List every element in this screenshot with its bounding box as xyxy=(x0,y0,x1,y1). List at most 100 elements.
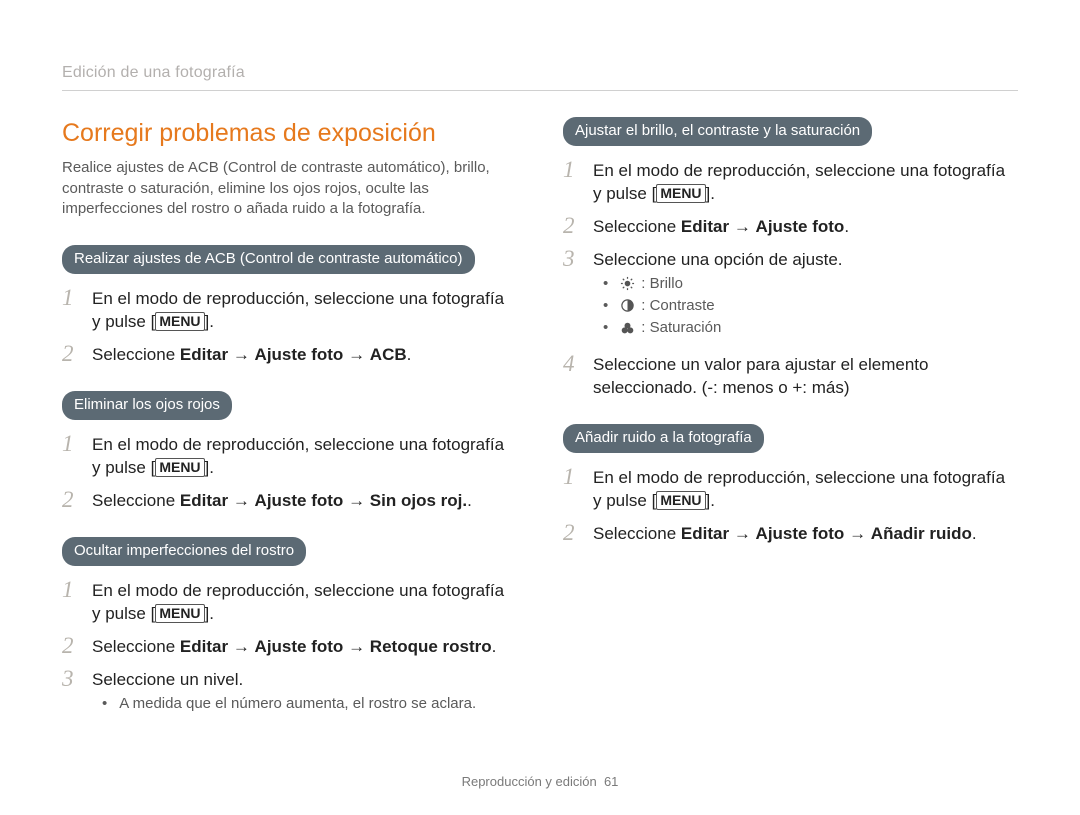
step-text: Seleccione xyxy=(92,637,180,656)
menu-path-part: Retoque rostro xyxy=(370,637,492,656)
step: 1 En el modo de reproducción, seleccione… xyxy=(563,158,1018,206)
step-body: Seleccione un nivel. A medida que el núm… xyxy=(92,667,476,720)
page-title: Corregir problemas de exposición xyxy=(62,117,517,151)
redeye-heading-pill: Eliminar los ojos rojos xyxy=(62,391,232,420)
arrow-icon: → xyxy=(233,491,250,510)
step-text: . xyxy=(972,524,977,543)
arrow-icon: → xyxy=(348,637,365,656)
step-number: 1 xyxy=(563,465,581,489)
bullet-icon xyxy=(603,274,614,294)
arrow-icon: → xyxy=(233,345,250,364)
step-text: En el modo de reproducción, seleccione u… xyxy=(92,435,504,477)
step-body: Seleccione una opción de ajuste. : Brill… xyxy=(593,247,843,345)
redeye-steps: 1 En el modo de reproducción, seleccione… xyxy=(62,432,517,513)
step: 3 Seleccione un nivel. A medida que el n… xyxy=(62,667,517,720)
step: 1 En el modo de reproducción, seleccione… xyxy=(563,465,1018,513)
step-text: Seleccione xyxy=(593,217,681,236)
step-body: Seleccione Editar → Ajuste foto → Sin oj… xyxy=(92,488,472,513)
step-text: En el modo de reproducción, seleccione u… xyxy=(92,581,504,623)
step-body: Seleccione un valor para ajustar el elem… xyxy=(593,352,1018,400)
step-text: En el modo de reproducción, seleccione u… xyxy=(593,468,1005,510)
menu-path-part: Ajuste foto xyxy=(255,637,344,656)
menu-button-label: MENU xyxy=(155,312,204,331)
step-text: ]. xyxy=(205,312,214,331)
menu-button-label: MENU xyxy=(155,604,204,623)
step-text: . xyxy=(492,637,497,656)
step-body: En el modo de reproducción, seleccione u… xyxy=(593,158,1018,206)
menu-path-part: Ajuste foto xyxy=(756,524,845,543)
step: 2 Seleccione Editar → Ajuste foto → Reto… xyxy=(62,634,517,659)
menu-path-part: Sin ojos roj. xyxy=(370,491,467,510)
bullet-icon xyxy=(102,694,113,714)
menu-path-part: Editar xyxy=(180,345,228,364)
menu-path-part: Editar xyxy=(681,217,729,236)
bullet-icon xyxy=(603,296,614,316)
step-number: 2 xyxy=(62,634,80,658)
sub-bullets: A medida que el número aumenta, el rostr… xyxy=(102,694,476,714)
option-bullets: : Brillo : Contraste xyxy=(603,274,843,339)
acb-heading-pill: Realizar ajustes de ACB (Control de cont… xyxy=(62,245,475,274)
acb-steps: 1 En el modo de reproducción, seleccione… xyxy=(62,286,517,367)
menu-button-label: MENU xyxy=(656,491,705,510)
step-text: Seleccione un nivel. xyxy=(92,670,243,689)
noise-heading-pill: Añadir ruido a la fotografía xyxy=(563,424,764,453)
bcs-heading-pill: Ajustar el brillo, el contraste y la sat… xyxy=(563,117,872,146)
menu-path-part: Ajuste foto xyxy=(255,345,344,364)
step: 2 Seleccione Editar → Ajuste foto. xyxy=(563,214,1018,239)
step-body: Seleccione Editar → Ajuste foto → Retoqu… xyxy=(92,634,496,659)
arrow-icon: → xyxy=(348,491,365,510)
step-text: En el modo de reproducción, seleccione u… xyxy=(593,161,1005,203)
menu-path-part: Editar xyxy=(681,524,729,543)
step: 2 Seleccione Editar → Ajuste foto → Añad… xyxy=(563,521,1018,546)
bullet-text: : Saturación xyxy=(641,318,721,338)
step-number: 1 xyxy=(62,578,80,602)
contrast-icon xyxy=(620,298,635,313)
step: 3 Seleccione una opción de ajuste. : Bri… xyxy=(563,247,1018,345)
step-text: Seleccione xyxy=(92,491,180,510)
bullet-item: A medida que el número aumenta, el rostr… xyxy=(102,694,476,714)
step-body: Seleccione Editar → Ajuste foto. xyxy=(593,214,849,239)
step-body: En el modo de reproducción, seleccione u… xyxy=(92,286,517,334)
step-number: 1 xyxy=(563,158,581,182)
step-number: 1 xyxy=(62,286,80,310)
step-text: Seleccione una opción de ajuste. xyxy=(593,250,843,269)
footer-section: Reproducción y edición xyxy=(462,774,597,789)
step-body: Seleccione Editar → Ajuste foto → Añadir… xyxy=(593,521,977,546)
bullet-text: : Contraste xyxy=(641,296,714,316)
bullet-text: A medida que el número aumenta, el rostr… xyxy=(119,694,476,714)
step-text: Seleccione xyxy=(92,345,180,364)
menu-path-part: Ajuste foto xyxy=(255,491,344,510)
step-body: En el modo de reproducción, seleccione u… xyxy=(92,432,517,480)
step-number: 3 xyxy=(62,667,80,691)
bullet-item: : Brillo xyxy=(603,274,843,294)
step-text: ]. xyxy=(205,458,214,477)
content-columns: Corregir problemas de exposición Realice… xyxy=(62,117,1018,729)
step: 1 En el modo de reproducción, seleccione… xyxy=(62,578,517,626)
step-text: ]. xyxy=(205,604,214,623)
intro-paragraph: Realice ajustes de ACB (Control de contr… xyxy=(62,158,517,219)
step: 2 Seleccione Editar → Ajuste foto → ACB. xyxy=(62,342,517,367)
step-number: 2 xyxy=(563,521,581,545)
arrow-icon: → xyxy=(233,637,250,656)
step-body: Seleccione Editar → Ajuste foto → ACB. xyxy=(92,342,411,367)
face-steps: 1 En el modo de reproducción, seleccione… xyxy=(62,578,517,720)
arrow-icon: → xyxy=(734,217,751,236)
right-column: Ajustar el brillo, el contraste y la sat… xyxy=(563,117,1018,729)
page-footer: Reproducción y edición 61 xyxy=(0,773,1080,791)
bcs-steps: 1 En el modo de reproducción, seleccione… xyxy=(563,158,1018,400)
step-text: . xyxy=(407,345,412,364)
step: 2 Seleccione Editar → Ajuste foto → Sin … xyxy=(62,488,517,513)
step: 1 En el modo de reproducción, seleccione… xyxy=(62,432,517,480)
step-number: 3 xyxy=(563,247,581,271)
step-body: En el modo de reproducción, seleccione u… xyxy=(92,578,517,626)
step-text: En el modo de reproducción, seleccione u… xyxy=(92,289,504,331)
step-number: 1 xyxy=(62,432,80,456)
step-text: Seleccione xyxy=(593,524,681,543)
saturation-icon xyxy=(620,321,635,336)
bullet-item: : Saturación xyxy=(603,318,843,338)
bullet-icon xyxy=(603,318,614,338)
noise-steps: 1 En el modo de reproducción, seleccione… xyxy=(563,465,1018,546)
step-text: ]. xyxy=(706,184,715,203)
step-text: Seleccione un valor para ajustar el elem… xyxy=(593,355,928,397)
brightness-icon xyxy=(620,276,635,291)
